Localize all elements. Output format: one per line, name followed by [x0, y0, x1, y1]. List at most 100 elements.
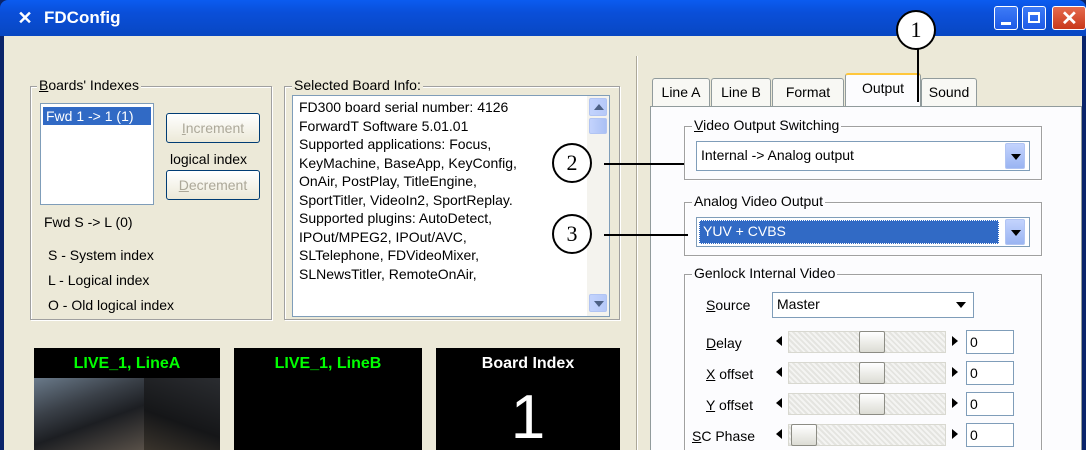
callout-3-line	[604, 234, 688, 236]
increment-button[interactable]: Increment	[166, 113, 260, 143]
board-info-line: Supported applications: Focus,	[299, 136, 492, 152]
list-item[interactable]: Fwd 1 -> 1 (1)	[43, 107, 151, 125]
tab-sound[interactable]: Sound	[921, 78, 977, 106]
tab-line-b[interactable]: Line B	[711, 78, 771, 106]
delay-row: Delay 0	[690, 330, 1030, 357]
source-label: Source	[706, 297, 751, 313]
video-output-switching-legend: Video Output Switching	[692, 117, 842, 133]
boards-indexes-legend: Boards' Indexes	[37, 77, 141, 93]
chevron-down-icon	[1011, 154, 1021, 160]
scroll-thumb[interactable]	[589, 118, 607, 134]
dropdown-button[interactable]	[951, 294, 971, 316]
board-info-scrollbar[interactable]	[587, 96, 609, 316]
x-offset-row: X offset 0	[690, 361, 1030, 388]
y-offset-row: Y offset 0	[690, 392, 1030, 419]
chevron-down-icon	[594, 301, 604, 307]
delay-slider-thumb[interactable]	[859, 331, 885, 353]
sc-phase-input[interactable]: 0	[966, 423, 1014, 447]
window-title: FDConfig	[44, 8, 121, 27]
tools-icon: ✕	[17, 8, 33, 28]
app-window: ✕ FDConfig ✕ Boards' Indexes Fwd 1 -> 1 …	[0, 0, 1086, 450]
minimize-button[interactable]	[994, 6, 1018, 30]
board-info-line: FD300 board serial number: 4126	[299, 99, 509, 115]
arrow-left-icon[interactable]	[776, 336, 782, 346]
dropdown-button[interactable]	[1005, 143, 1025, 169]
sc-phase-slider-thumb[interactable]	[791, 424, 817, 446]
delay-input[interactable]: 0	[966, 330, 1014, 354]
board-info-line: OnAir, PostPlay, TitleEngine,	[299, 173, 477, 189]
board-info-text: FD300 board serial number: 4126 ForwardT…	[299, 98, 517, 283]
tab-output[interactable]: Output	[845, 73, 921, 107]
chevron-down-icon	[956, 302, 966, 308]
board-info-line: IPOut/MPEG2, IPOut/AVC,	[299, 228, 467, 245]
maximize-button[interactable]	[1022, 6, 1046, 30]
sc-phase-row: SC Phase 0	[690, 423, 1030, 450]
board-info-line: ForwardT Software 5.01.01	[299, 117, 469, 134]
callout-2-line	[604, 163, 684, 165]
delay-label: Delay	[706, 335, 742, 351]
dropdown-button[interactable]	[1005, 219, 1025, 245]
close-button[interactable]: ✕	[1052, 6, 1086, 30]
delay-slider[interactable]	[788, 331, 946, 353]
minimize-icon	[1001, 22, 1011, 25]
genlock-legend: Genlock Internal Video	[692, 265, 838, 281]
chevron-up-icon	[594, 104, 604, 110]
scroll-down-button[interactable]	[589, 294, 607, 312]
boards-list[interactable]: Fwd 1 -> 1 (1)	[40, 103, 154, 205]
logical-index-label: logical index	[170, 151, 248, 167]
decrement-button[interactable]: Decrement	[166, 170, 260, 200]
board-info-line: Supported plugins: AutoDetect,	[299, 210, 493, 226]
old-logical-index-legend: O - Old logical index	[48, 297, 175, 313]
close-icon: ✕	[1061, 8, 1078, 30]
arrow-right-icon[interactable]	[952, 429, 958, 439]
board-info-line: KeyMachine, BaseApp, KeyConfig,	[299, 154, 517, 171]
analog-video-output-value: YUV + CVBS	[703, 223, 786, 239]
preview-line-a-image-right	[144, 378, 220, 450]
callout-1: 1	[896, 10, 936, 50]
sc-phase-slider[interactable]	[788, 424, 946, 446]
video-output-switching-value: Internal -> Analog output	[701, 147, 854, 163]
y-offset-slider[interactable]	[788, 393, 946, 415]
tab-format[interactable]: Format	[772, 78, 844, 106]
board-index-title: Board Index	[481, 355, 575, 372]
arrow-right-icon[interactable]	[952, 367, 958, 377]
fwd-sl-label: Fwd S -> L (0)	[44, 214, 133, 230]
x-offset-slider[interactable]	[788, 362, 946, 384]
board-info-textbox[interactable]: FD300 board serial number: 4126 ForwardT…	[292, 95, 610, 317]
board-index-value: 1	[510, 383, 546, 452]
source-select[interactable]: Master	[772, 292, 974, 318]
board-info-line: SLNewsTitler, RemoteOnAir,	[299, 265, 477, 282]
system-index-legend: S - System index	[48, 247, 154, 263]
x-offset-input[interactable]: 0	[966, 361, 1014, 385]
y-offset-input[interactable]: 0	[966, 392, 1014, 416]
arrow-left-icon[interactable]	[776, 398, 782, 408]
arrow-right-icon[interactable]	[952, 398, 958, 408]
analog-video-output-legend: Analog Video Output	[692, 193, 825, 209]
arrow-right-icon[interactable]	[952, 336, 958, 346]
arrow-left-icon[interactable]	[776, 429, 782, 439]
board-info-line: SLTelephone, FDVideoMixer,	[299, 247, 480, 263]
analog-video-output-select[interactable]: YUV + CVBS	[696, 217, 1030, 247]
callout-3: 3	[552, 214, 592, 254]
y-offset-label: Y offset	[706, 397, 753, 413]
maximize-icon	[1028, 12, 1040, 23]
arrow-left-icon[interactable]	[776, 367, 782, 377]
board-index-preview: Board Index 1	[436, 348, 620, 450]
callout-2: 2	[552, 143, 592, 183]
sc-phase-label: SC Phase	[692, 428, 756, 444]
preview-line-b-label: LIVE_1, LineB	[274, 355, 382, 372]
preview-line-a: LIVE_1, LineA	[34, 348, 220, 450]
board-info-line: SportTitler, VideoIn2, SportReplay.	[299, 191, 513, 208]
source-value: Master	[777, 296, 820, 312]
logical-index-legend: L - Logical index	[48, 272, 150, 288]
tab-line-a[interactable]: Line A	[652, 78, 710, 106]
chevron-down-icon	[1011, 230, 1021, 236]
y-offset-slider-thumb[interactable]	[859, 393, 885, 415]
preview-line-a-label: LIVE_1, LineA	[73, 355, 181, 372]
scroll-up-button[interactable]	[589, 98, 607, 116]
video-output-switching-select[interactable]: Internal -> Analog output	[696, 141, 1030, 171]
preview-line-b: LIVE_1, LineB	[234, 348, 422, 450]
pane-divider	[636, 56, 638, 450]
x-offset-label: X offset	[706, 366, 754, 382]
x-offset-slider-thumb[interactable]	[859, 362, 885, 384]
